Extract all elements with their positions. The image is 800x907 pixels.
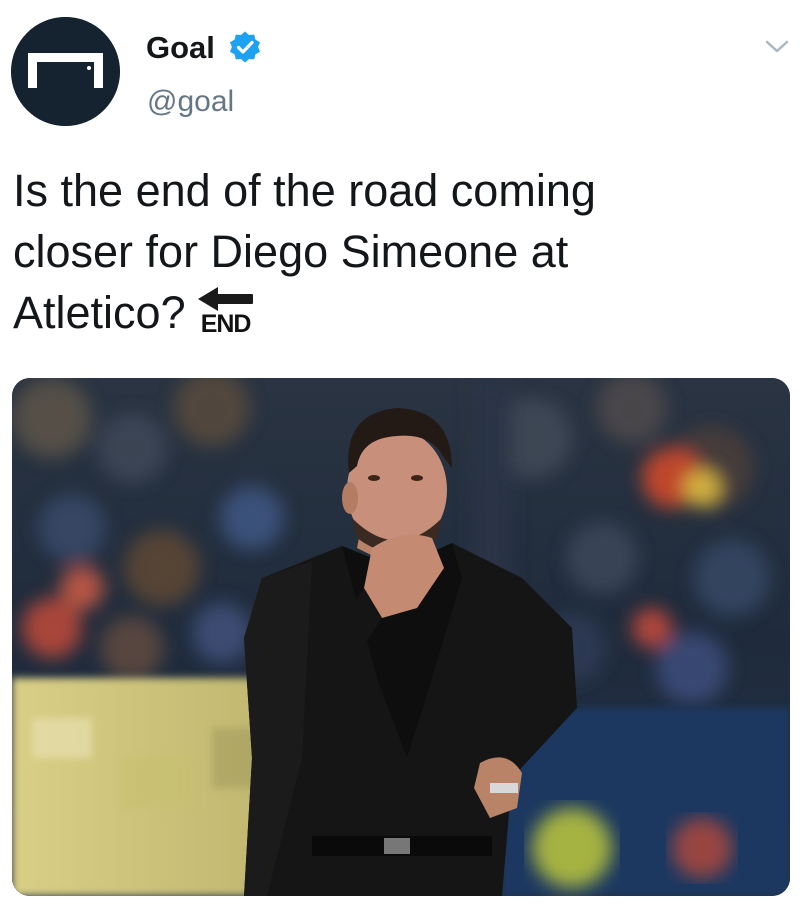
end-arrow-icon: END (196, 286, 256, 342)
photo-image (12, 378, 790, 896)
verified-badge-icon (230, 31, 260, 63)
avatar[interactable] (11, 17, 120, 126)
goal-logo-icon (11, 17, 120, 126)
tweet-text: Is the end of the road coming closer for… (13, 160, 773, 343)
tweet-text-line: Atletico? (13, 287, 186, 338)
tweet-card[interactable]: Goal @goal Is the end of the road coming… (0, 0, 800, 907)
tweet-photo[interactable] (12, 378, 790, 896)
tweet-text-line: closer for Diego Simeone at (13, 226, 569, 277)
user-handle[interactable]: @goal (147, 84, 234, 120)
display-name[interactable]: Goal (146, 30, 215, 66)
tweet-text-line-last: Atletico? END (13, 282, 773, 343)
end-emoji-label: END (200, 310, 252, 338)
tweet-text-line: Is the end of the road coming (13, 165, 596, 216)
chevron-down-icon[interactable] (764, 38, 790, 56)
left-arrow-icon (197, 287, 253, 311)
